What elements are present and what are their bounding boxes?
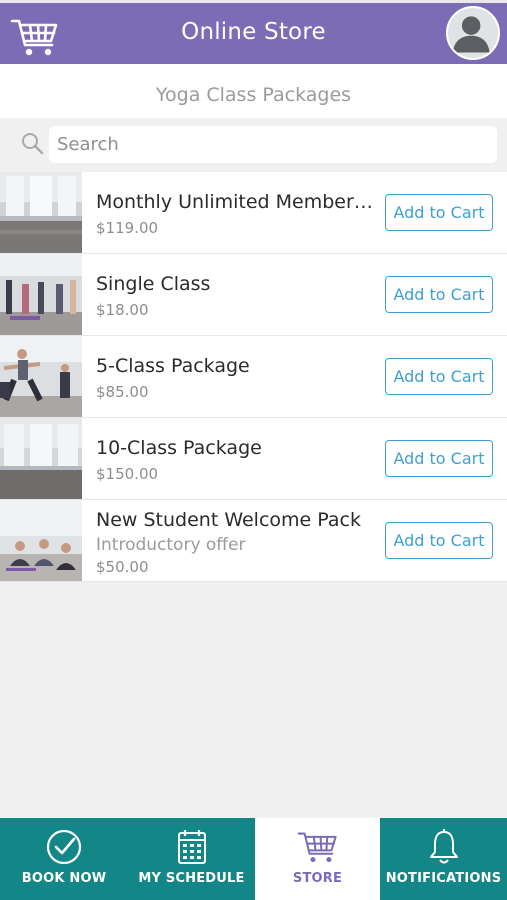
- search-input[interactable]: [49, 126, 497, 163]
- cart-icon: [297, 832, 337, 863]
- list-item[interactable]: Monthly Unlimited Members... $119.00 Add…: [0, 172, 507, 254]
- page-title: Online Store: [181, 19, 326, 45]
- header-bar: Online Store: [0, 0, 507, 64]
- search-icon: [22, 133, 44, 155]
- check-circle-icon: [46, 829, 82, 865]
- add-to-cart-button[interactable]: Add to Cart: [385, 358, 493, 395]
- product-title: 10-Class Package: [96, 437, 262, 459]
- list-item[interactable]: New Student Welcome Pack Introductory of…: [0, 500, 507, 582]
- product-price: $18.00: [96, 301, 149, 319]
- user-avatar[interactable]: [446, 6, 500, 60]
- add-to-cart-button[interactable]: Add to Cart: [385, 276, 493, 313]
- store-screen: Online Store Yoga Class Packages Search …: [0, 0, 507, 900]
- product-price: $85.00: [96, 383, 149, 401]
- product-thumbnail: [0, 418, 82, 499]
- tab-store[interactable]: STORE: [255, 818, 380, 900]
- product-title: New Student Welcome Pack: [96, 509, 361, 531]
- product-thumbnail: [0, 336, 82, 417]
- product-thumbnail: [0, 254, 82, 335]
- person-icon: [452, 16, 490, 53]
- tab-label: STORE: [292, 871, 343, 886]
- add-to-cart-button[interactable]: Add to Cart: [385, 440, 493, 477]
- product-title: 5-Class Package: [96, 355, 250, 377]
- product-list: Monthly Unlimited Members... $119.00 Add…: [0, 172, 507, 582]
- tab-label: NOTIFICATIONS: [385, 871, 502, 886]
- product-price: $50.00: [96, 558, 149, 576]
- list-item[interactable]: 10-Class Package $150.00 Add to Cart: [0, 418, 507, 500]
- add-to-cart-button[interactable]: Add to Cart: [385, 522, 493, 559]
- calendar-icon: [177, 830, 206, 864]
- product-title: Single Class: [96, 273, 211, 295]
- search-bar: [0, 118, 507, 172]
- list-item[interactable]: 5-Class Package $85.00 Add to Cart: [0, 336, 507, 418]
- tab-label: MY SCHEDULE: [138, 871, 245, 886]
- add-to-cart-button[interactable]: Add to Cart: [385, 194, 493, 231]
- section-title: Yoga Class Packages: [0, 64, 507, 118]
- tab-label: BOOK NOW: [21, 871, 107, 886]
- tab-notifications[interactable]: NOTIFICATIONS: [380, 818, 507, 900]
- product-thumbnail: [0, 500, 82, 581]
- product-subtitle: Introductory offer: [96, 535, 246, 555]
- product-price: $150.00: [96, 465, 159, 483]
- list-item[interactable]: Single Class $18.00 Add to Cart: [0, 254, 507, 336]
- product-price: $119.00: [96, 219, 159, 237]
- tab-bar: BOOK NOW MY SCHEDULE STORE NOTIFICATIONS: [0, 818, 507, 900]
- tab-my-schedule[interactable]: MY SCHEDULE: [128, 818, 255, 900]
- tab-book-now[interactable]: BOOK NOW: [0, 818, 128, 900]
- product-thumbnail: [0, 172, 82, 253]
- bell-icon: [429, 829, 458, 864]
- product-title: Monthly Unlimited Members...: [96, 191, 380, 213]
